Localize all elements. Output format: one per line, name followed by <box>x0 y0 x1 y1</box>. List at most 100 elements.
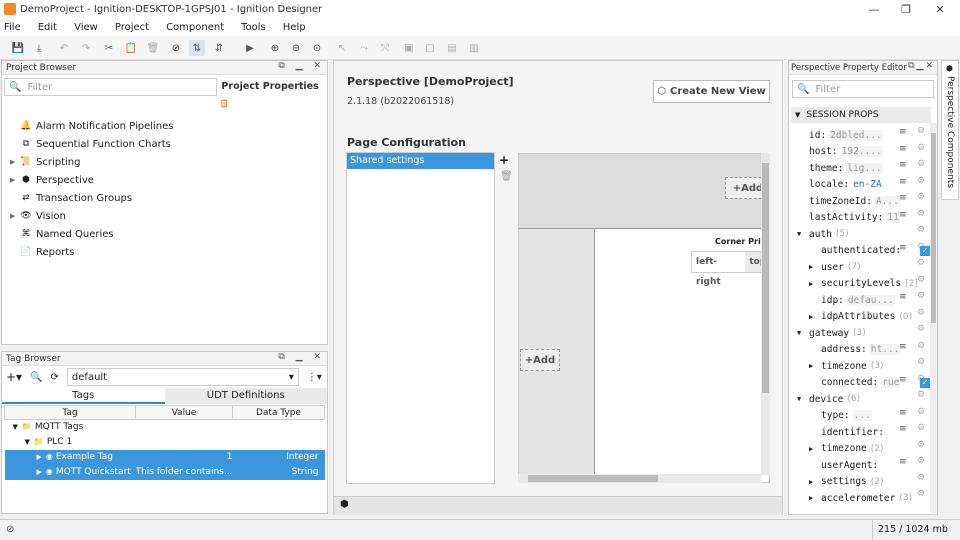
gear-icon[interactable]: ⚙ <box>917 341 925 351</box>
property-value[interactable]: 11 <box>886 212 900 223</box>
delete-icon[interactable]: 🗑 <box>145 40 161 56</box>
gear-icon[interactable]: ⚙ <box>917 456 925 466</box>
property-value[interactable]: defau... <box>846 294 895 306</box>
expand-arrow-icon[interactable]: ▼ <box>13 423 18 431</box>
expand-arrow-icon[interactable]: ▼ <box>25 438 30 446</box>
panel-controls-icon[interactable]: ⧉ ▁ ✕ <box>278 352 325 362</box>
gear-icon[interactable]: ⚙ <box>917 390 925 400</box>
redo-icon[interactable]: ↷ <box>78 40 94 56</box>
column-header-datatype[interactable]: Data Type <box>231 405 326 420</box>
tag-row[interactable]: ▼ 📁 PLC 1 <box>5 435 325 450</box>
property-row[interactable]: ▶ idpAttributes (0) <box>809 309 912 325</box>
add-tag-icon[interactable]: +▾ <box>6 370 22 384</box>
perspective-components-tab[interactable]: ⬢ Perspective Components <box>941 60 959 200</box>
column-header-value[interactable]: Value <box>135 405 233 420</box>
binding-menu-icon[interactable]: ≡ <box>899 424 907 434</box>
gear-icon[interactable]: ⚙ <box>917 324 925 334</box>
gear-icon[interactable]: ⚙ <box>917 209 925 219</box>
create-new-view-button[interactable]: ⬡ Create New View <box>653 80 770 103</box>
menu-file[interactable]: File <box>4 22 21 33</box>
horizontal-scrollbar[interactable] <box>518 474 761 483</box>
gear-icon[interactable]: ⚙ <box>917 357 925 367</box>
expand-arrow-icon[interactable]: ▶ <box>809 280 821 288</box>
expand-arrow-icon[interactable]: ▶ <box>809 313 821 321</box>
gear-icon[interactable]: ⚙ <box>917 127 925 136</box>
property-filter-input[interactable]: 🔍 Filter <box>792 80 934 98</box>
checkbox-icon[interactable]: ✓ <box>920 245 930 256</box>
refresh-icon[interactable]: ⟳ <box>51 372 59 383</box>
project-filter-input[interactable]: 🔍 Filter <box>4 78 218 96</box>
property-scrollbar[interactable] <box>930 123 937 513</box>
column-header-tag[interactable]: Tag <box>4 405 136 420</box>
menu-tools[interactable]: Tools <box>241 22 266 33</box>
save-all-icon[interactable]: ⤓ <box>31 40 47 56</box>
expand-arrow-icon[interactable]: ▼ <box>797 329 809 337</box>
add-left-dock-button[interactable]: + Add <box>520 349 560 371</box>
comm-readwrite-icon[interactable]: ⇵ <box>211 40 227 56</box>
disconnect-icon[interactable]: ⤲ <box>377 40 393 56</box>
perspective-tab-icon[interactable]: ⬢ <box>340 499 356 515</box>
menu-edit[interactable]: Edit <box>38 22 57 33</box>
property-row[interactable]: userAgent : <box>821 457 878 473</box>
binding-menu-icon[interactable]: ≡ <box>899 457 907 467</box>
binding-menu-icon[interactable]: ≡ <box>899 193 907 203</box>
menu-help[interactable]: Help <box>283 22 306 33</box>
gear-icon[interactable]: ⚙ <box>917 440 925 450</box>
property-value[interactable]: A... <box>874 195 900 207</box>
trash-icon[interactable]: 🗑 <box>500 171 513 182</box>
gear-icon[interactable]: ⚙ <box>917 225 925 235</box>
vertical-scrollbar[interactable] <box>761 153 770 475</box>
panel-controls-icon[interactable]: ⧉▁✕ <box>908 61 935 71</box>
tag-row[interactable]: ▶ ◉ MQTT Quickstart This folder contains...… <box>4 464 325 480</box>
undo-icon[interactable]: ↶ <box>56 40 72 56</box>
ungroup-icon[interactable]: ▢ <box>422 40 438 56</box>
shared-settings-item[interactable]: Shared settings <box>347 153 494 169</box>
property-value[interactable]: lig... <box>846 162 883 174</box>
property-row[interactable]: ▶ securityLevels [2] <box>809 276 918 292</box>
gear-icon[interactable]: ⚙ <box>917 473 925 483</box>
project-tree-item[interactable]: 🔔 Alarm Notification Pipelines <box>10 117 173 135</box>
expand-arrow-icon[interactable]: ▶ <box>37 453 42 461</box>
tag-row[interactable]: ▶ ◉ Example Tag 1 Integer <box>4 449 325 465</box>
expand-arrow-icon[interactable]: ▶ <box>10 158 20 166</box>
connect-icon[interactable]: ⤳ <box>356 40 372 56</box>
project-tree-item[interactable]: ▶ ⬢ Perspective <box>10 171 94 189</box>
expand-arrow-icon[interactable]: ▼ <box>797 230 809 238</box>
align-icon[interactable]: ▤ <box>444 40 460 56</box>
property-row[interactable]: connected : rue <box>821 375 901 391</box>
property-row[interactable]: ▶ user (7) <box>809 259 861 275</box>
property-row[interactable]: ▶ settings (2) <box>809 474 884 490</box>
project-tree-item[interactable]: ⇄ Transaction Groups <box>10 189 132 207</box>
search-icon[interactable]: 🔍 <box>30 372 42 383</box>
tab-udt-definitions[interactable]: UDT Definitions <box>164 388 327 404</box>
expand-arrow-icon[interactable]: ▶ <box>10 212 20 220</box>
distribute-icon[interactable]: ▥ <box>466 40 482 56</box>
property-row[interactable]: ▶ timezone (2) <box>809 441 884 457</box>
session-props-section[interactable]: ▼ SESSION PROPS <box>791 107 931 123</box>
more-options-icon[interactable]: ⋮▾ <box>307 372 322 383</box>
panel-controls-icon[interactable]: ⧉ ▁ ✕ <box>278 61 325 71</box>
expand-arrow-icon[interactable]: ▶ <box>37 468 42 476</box>
tag-provider-select[interactable]: default ▾ <box>66 368 299 386</box>
binding-menu-icon[interactable]: ≡ <box>899 210 907 220</box>
gear-icon[interactable]: ⚙ <box>917 291 925 301</box>
binding-menu-icon[interactable]: ≡ <box>899 408 907 418</box>
property-row[interactable]: authenticated : <box>821 243 901 259</box>
binding-menu-icon[interactable]: ≡ <box>899 243 907 253</box>
binding-menu-icon[interactable]: ≡ <box>899 127 907 137</box>
maximize-button[interactable]: ❐ <box>890 0 922 18</box>
property-row[interactable]: ▼ auth (5) <box>797 226 849 242</box>
property-row[interactable]: timeZoneId : A... <box>809 193 900 209</box>
left-right-option[interactable]: left-right <box>692 252 745 287</box>
paste-icon[interactable]: 📋 <box>123 40 139 56</box>
save-icon[interactable]: 💾 <box>10 40 26 56</box>
zoom-out-icon[interactable]: ⊖ <box>288 40 304 56</box>
gear-icon[interactable]: ⚙ <box>917 176 925 186</box>
gear-icon[interactable]: ⚙ <box>917 143 925 153</box>
property-row[interactable]: ▼ device (6) <box>797 391 860 407</box>
project-tree-item[interactable]: 📄 Reports <box>10 243 74 261</box>
menu-component[interactable]: Component <box>166 22 224 33</box>
play-icon[interactable]: ▶ <box>242 40 258 56</box>
gear-icon[interactable]: ⚙ <box>917 407 925 417</box>
zoom-fit-icon[interactable]: ⊙ <box>309 40 325 56</box>
